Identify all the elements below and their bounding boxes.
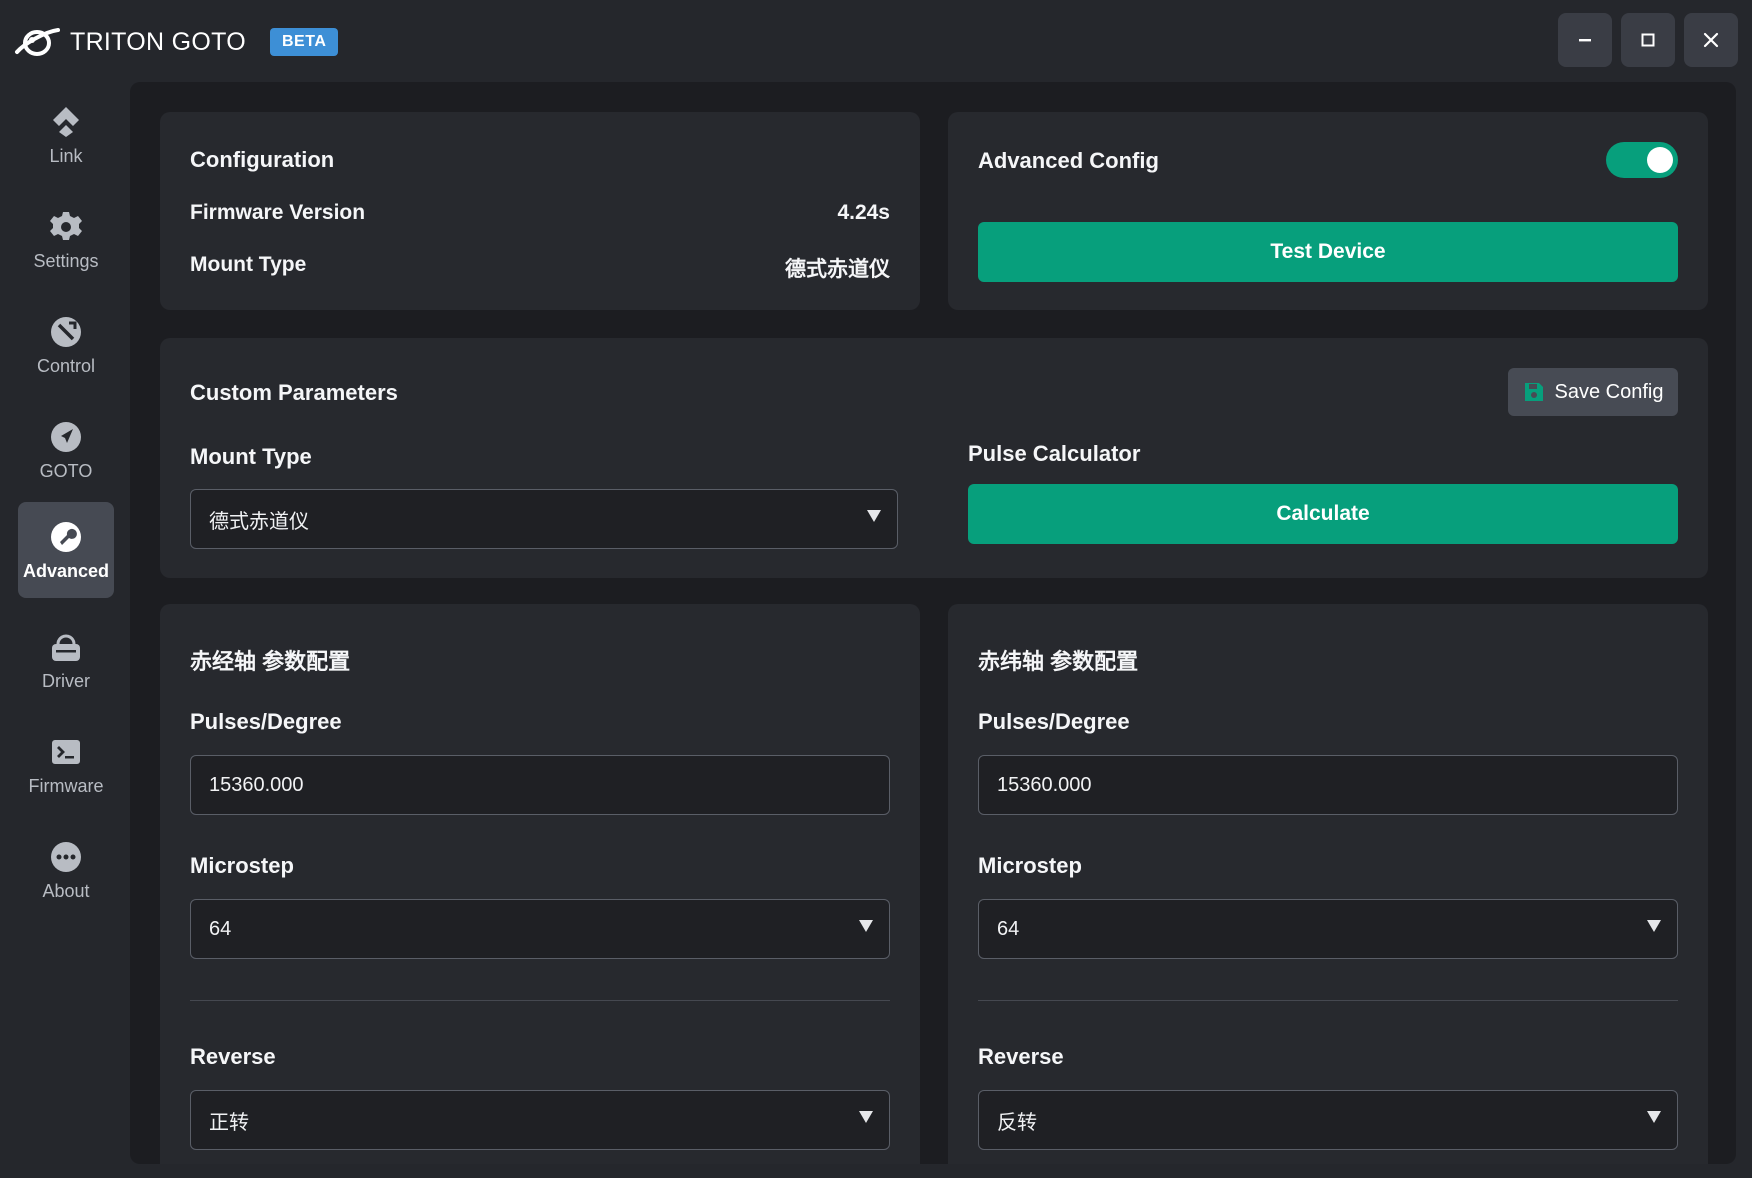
beta-badge: BETA xyxy=(270,28,339,56)
close-button[interactable] xyxy=(1684,13,1738,67)
chevron-down-icon xyxy=(859,920,873,932)
ra-axis-card: 赤经轴 参数配置 Pulses/Degree 15360.000 Microst… xyxy=(160,604,920,1164)
terminal-icon xyxy=(48,734,84,770)
compass-slash-icon xyxy=(48,314,84,350)
custom-parameters-title: Custom Parameters xyxy=(190,380,398,405)
floppy-disk-icon xyxy=(1524,383,1543,401)
sidebar-item-advanced[interactable]: Advanced xyxy=(18,502,114,598)
advanced-config-card: Advanced Config Test Device xyxy=(948,112,1708,310)
mount-type-field-label: Mount Type xyxy=(190,444,312,469)
calculate-button[interactable]: Calculate xyxy=(968,484,1678,544)
navigation-arrow-icon xyxy=(48,419,84,455)
save-config-button[interactable]: Save Config xyxy=(1508,368,1678,416)
link-diamond-icon xyxy=(48,104,84,140)
sidebar-item-about[interactable]: About xyxy=(18,822,114,918)
sidebar-item-label: Advanced xyxy=(22,560,110,581)
title-bar: TRITON GOTO BETA xyxy=(0,0,1752,82)
mount-type-select-value: 德式赤道仪 xyxy=(209,510,309,533)
sidebar-item-label: About xyxy=(42,880,90,901)
save-config-label: Save Config xyxy=(1554,380,1664,403)
sidebar-item-link[interactable]: Link xyxy=(18,87,114,183)
sidebar-item-control[interactable]: Control xyxy=(18,297,114,393)
firmware-version-value: 4.24s xyxy=(837,201,890,224)
toggle-knob xyxy=(1647,147,1673,173)
app-title: TRITON GOTO xyxy=(70,27,246,56)
minimize-icon xyxy=(1579,39,1591,42)
test-device-button[interactable]: Test Device xyxy=(978,222,1678,282)
triton-logo-icon xyxy=(15,28,60,56)
gear-icon xyxy=(48,209,84,245)
chevron-down-icon xyxy=(867,510,881,522)
dec-axis-card: 赤纬轴 参数配置 Pulses/Degree 15360.000 Microst… xyxy=(948,604,1708,1164)
ra-reverse-select[interactable]: 正转 xyxy=(190,1090,890,1150)
dec-reverse-select[interactable]: 反转 xyxy=(978,1090,1678,1150)
ra-reverse-label: Reverse xyxy=(190,1044,276,1069)
ra-reverse-value: 正转 xyxy=(209,1111,249,1134)
ra-pulses-label: Pulses/Degree xyxy=(190,709,342,734)
dec-microstep-select[interactable]: 64 xyxy=(978,899,1678,959)
custom-parameters-card: Custom Parameters Save Config Mount Type… xyxy=(160,338,1708,578)
close-icon xyxy=(1703,32,1719,48)
sidebar-item-label: Link xyxy=(49,145,83,166)
mount-type-select[interactable]: 德式赤道仪 xyxy=(190,489,898,549)
ra-microstep-label: Microstep xyxy=(190,853,294,878)
mount-type-label: Mount Type xyxy=(190,253,307,276)
chevron-down-icon xyxy=(1647,1111,1661,1123)
ra-pulses-input[interactable]: 15360.000 xyxy=(190,755,890,815)
sidebar-item-label: GOTO xyxy=(39,460,93,481)
sidebar-item-goto[interactable]: GOTO xyxy=(18,402,114,498)
dec-microstep-label: Microstep xyxy=(978,853,1082,878)
sidebar-item-label: Driver xyxy=(42,670,90,691)
dec-reverse-label: Reverse xyxy=(978,1044,1064,1069)
main-content: Configuration Firmware Version 4.24s Mou… xyxy=(130,82,1736,1164)
sidebar-item-label: Firmware xyxy=(28,775,104,796)
chevron-down-icon xyxy=(859,1111,873,1123)
pulse-calculator-label: Pulse Calculator xyxy=(968,441,1141,466)
driver-box-icon xyxy=(48,629,84,665)
chevron-down-icon xyxy=(1647,920,1661,932)
ra-axis-title: 赤经轴 参数配置 xyxy=(190,649,351,674)
mount-type-value: 德式赤道仪 xyxy=(785,258,890,281)
advanced-config-title: Advanced Config xyxy=(978,148,1159,173)
configuration-card: Configuration Firmware Version 4.24s Mou… xyxy=(160,112,920,310)
dec-pulses-input[interactable]: 15360.000 xyxy=(978,755,1678,815)
wrench-circle-icon xyxy=(48,519,84,555)
sidebar-item-driver[interactable]: Driver xyxy=(18,612,114,708)
dec-pulses-value: 15360.000 xyxy=(997,773,1092,796)
brand: TRITON GOTO BETA xyxy=(14,22,339,62)
sidebar-item-label: Settings xyxy=(33,250,99,271)
dec-reverse-value: 反转 xyxy=(997,1111,1037,1134)
sidebar-item-label: Control xyxy=(36,355,96,376)
ra-microstep-select[interactable]: 64 xyxy=(190,899,890,959)
advanced-config-toggle[interactable] xyxy=(1606,142,1678,178)
sidebar: Link Settings Control GOTO Advanced Driv… xyxy=(0,82,130,1178)
minimize-button[interactable] xyxy=(1558,13,1612,67)
dec-microstep-value: 64 xyxy=(997,917,1020,940)
dec-axis-title: 赤纬轴 参数配置 xyxy=(978,649,1139,674)
ra-pulses-value: 15360.000 xyxy=(209,773,304,796)
maximize-icon xyxy=(1641,33,1655,47)
dec-divider xyxy=(978,1000,1678,1001)
ra-microstep-value: 64 xyxy=(209,917,232,940)
dec-pulses-label: Pulses/Degree xyxy=(978,709,1130,734)
ellipsis-circle-icon xyxy=(48,839,84,875)
configuration-title: Configuration xyxy=(190,147,335,172)
firmware-version-label: Firmware Version xyxy=(190,201,366,224)
sidebar-item-settings[interactable]: Settings xyxy=(18,192,114,288)
ra-divider xyxy=(190,1000,890,1001)
sidebar-item-firmware[interactable]: Firmware xyxy=(18,717,114,813)
maximize-button[interactable] xyxy=(1621,13,1675,67)
